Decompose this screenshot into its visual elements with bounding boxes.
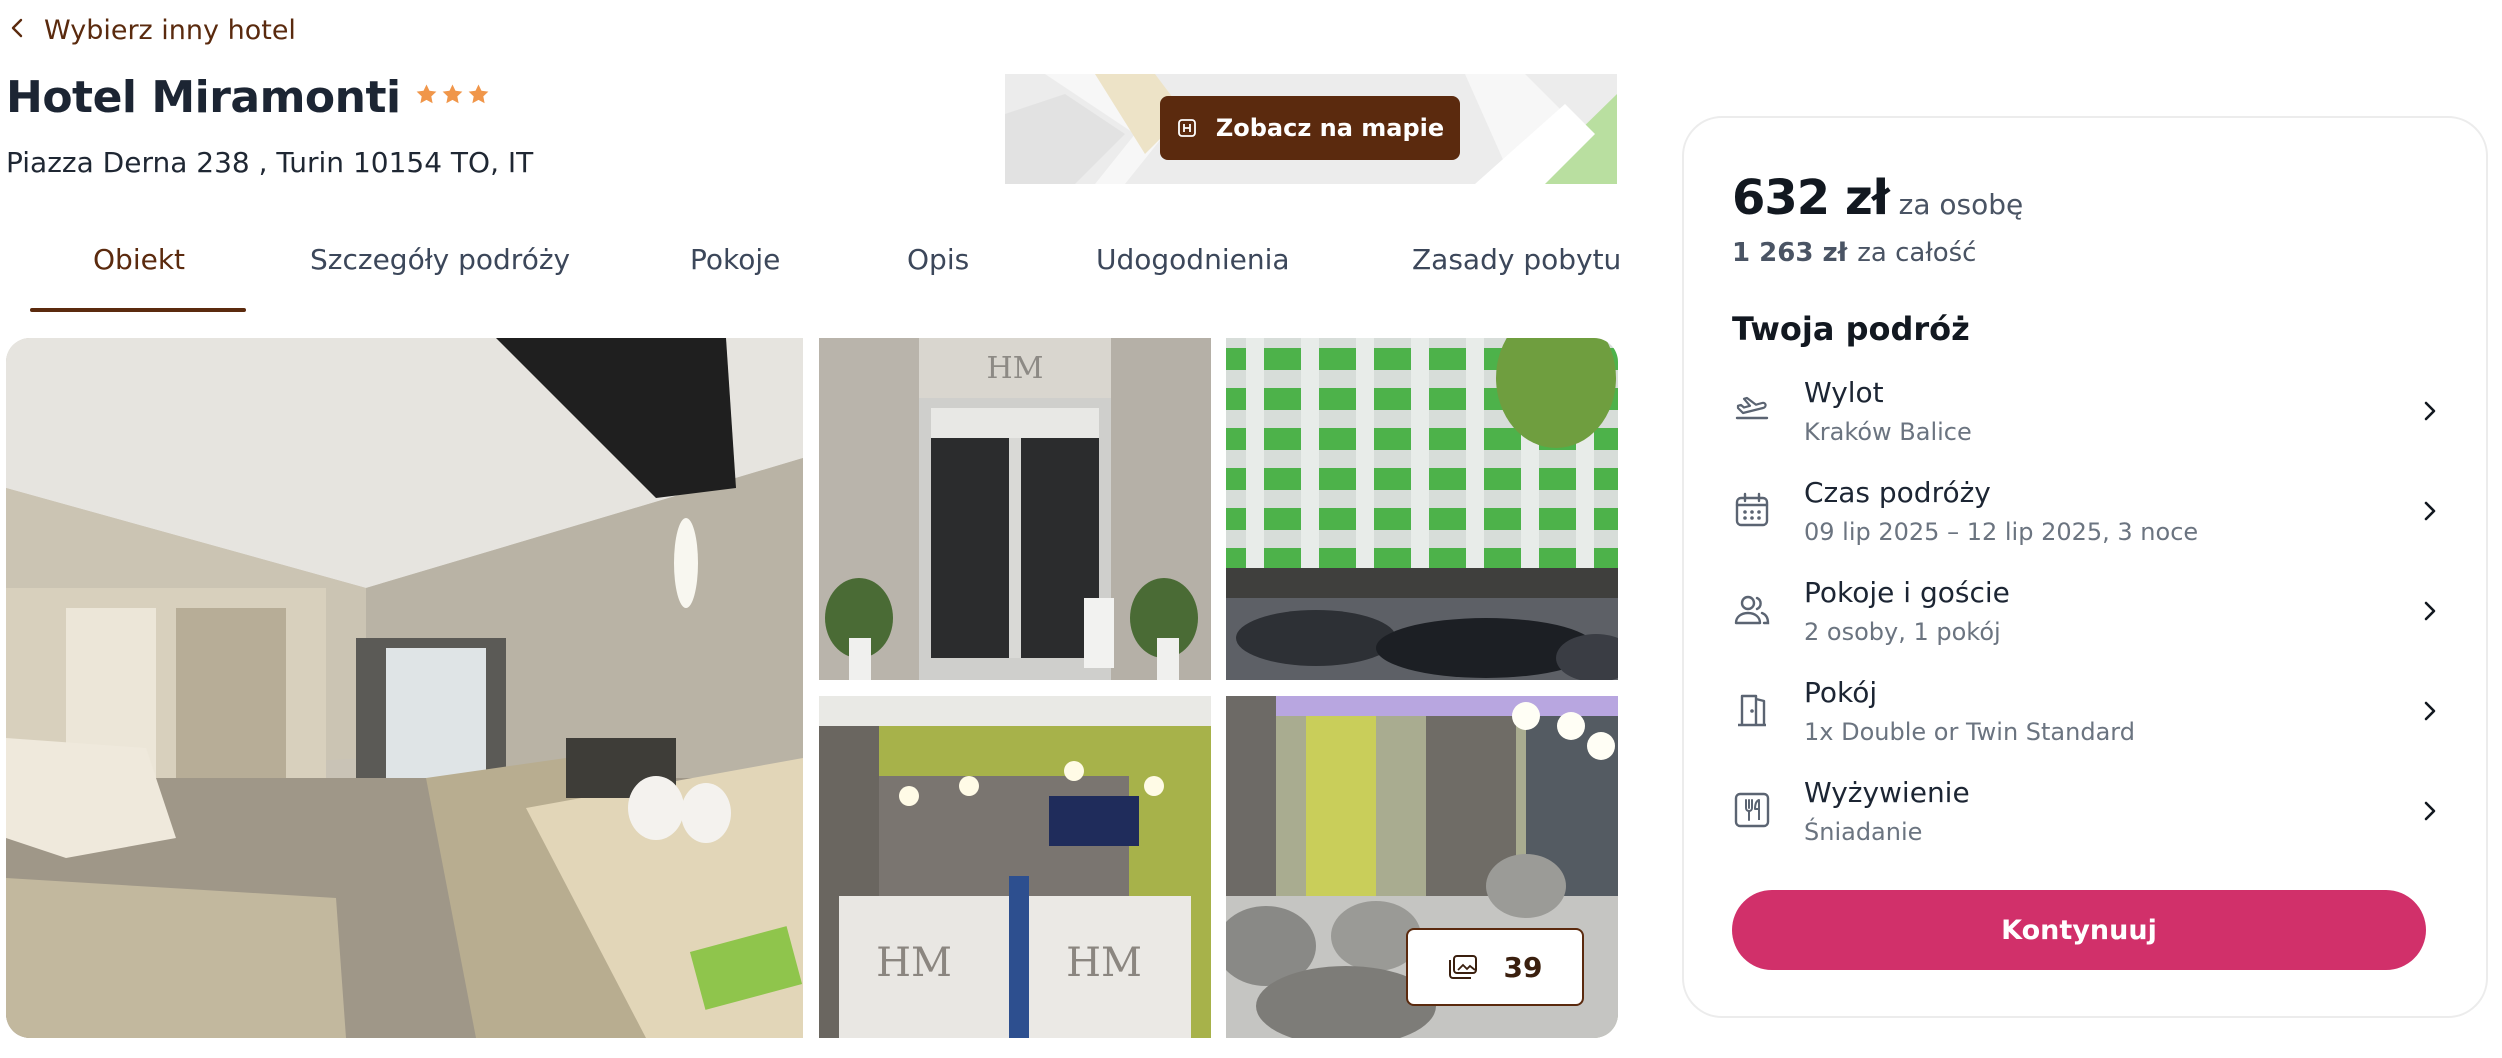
active-tab-indicator xyxy=(30,308,246,312)
chevron-right-icon xyxy=(2420,498,2440,524)
star-rating xyxy=(415,83,490,106)
tab-opis[interactable]: Opis xyxy=(907,236,969,314)
svg-text:HM: HM xyxy=(987,351,1044,386)
trip-item-room[interactable]: Pokój 1x Double or Twin Standard xyxy=(1732,676,2440,760)
section-tabs: Obiekt Szczegóły podróży Pokoje Opis Udo… xyxy=(30,236,1621,314)
chevron-right-icon xyxy=(2420,698,2440,724)
trip-item-rooms-guests[interactable]: Pokoje i goście 2 osoby, 1 pokój xyxy=(1732,576,2440,660)
photo-count-button[interactable]: 39 xyxy=(1406,928,1584,1006)
chevron-left-icon xyxy=(8,15,26,46)
plane-departure-icon xyxy=(1732,390,1772,430)
tab-udogodnienia[interactable]: Udogodnienia xyxy=(1096,236,1290,314)
svg-text:HM: HM xyxy=(1066,940,1142,986)
tab-pokoje[interactable]: Pokoje xyxy=(690,236,780,314)
cutlery-icon xyxy=(1732,790,1772,830)
trip-item-label: Pokój xyxy=(1804,676,1878,709)
photo-facade[interactable] xyxy=(1226,338,1618,680)
trip-item-value: 09 lip 2025 – 12 lip 2025, 3 noce xyxy=(1804,518,2199,546)
photo-count-label: 39 xyxy=(1503,950,1543,984)
photo-gallery: HM HM HM 39 xyxy=(6,338,1618,1038)
trip-item-label: Wyżywienie xyxy=(1804,776,1970,809)
hotel-icon xyxy=(1177,119,1196,137)
price-per-person: 632 zł za osobę xyxy=(1732,170,2023,226)
door-icon xyxy=(1732,690,1772,730)
trip-item-value: 2 osoby, 1 pokój xyxy=(1804,618,2001,646)
hotel-name: Hotel Miramonti xyxy=(6,72,401,123)
back-link[interactable]: Wybierz inny hotel xyxy=(8,10,296,50)
trip-item-departure[interactable]: Wylot Kraków Balice xyxy=(1732,376,2440,460)
trip-item-value: Śniadanie xyxy=(1804,818,1923,846)
trip-item-label: Czas podróży xyxy=(1804,476,1991,509)
svg-text:HM: HM xyxy=(876,940,952,986)
chevron-right-icon xyxy=(2420,398,2440,424)
total-unit: za całość xyxy=(1857,238,1977,268)
price-value: 632 zł xyxy=(1732,170,1890,226)
trip-item-label: Wylot xyxy=(1804,376,1884,409)
trip-item-value: Kraków Balice xyxy=(1804,418,1972,446)
trip-item-label: Pokoje i goście xyxy=(1804,576,2010,609)
trip-item-value: 1x Double or Twin Standard xyxy=(1804,718,2135,746)
tab-obiekt[interactable]: Obiekt xyxy=(93,236,185,314)
map-preview[interactable]: Zobacz na mapie xyxy=(1005,74,1617,184)
chevron-right-icon xyxy=(2420,798,2440,824)
guests-icon xyxy=(1732,590,1772,630)
continue-button[interactable]: Kontynuuj xyxy=(1732,890,2426,970)
gallery-icon xyxy=(1448,955,1477,979)
trip-section-title: Twoja podróż xyxy=(1732,310,1970,348)
photo-reception[interactable]: HM HM xyxy=(819,696,1211,1038)
star-icon xyxy=(416,84,436,104)
show-on-map-label: Zobacz na mapie xyxy=(1215,114,1445,142)
trip-item-dates[interactable]: Czas podróży 09 lip 2025 – 12 lip 2025, … xyxy=(1732,476,2440,560)
photo-entrance[interactable]: HM xyxy=(819,338,1211,680)
show-on-map-button[interactable]: Zobacz na mapie xyxy=(1160,96,1460,160)
star-icon xyxy=(442,84,462,104)
price-unit: za osobę xyxy=(1898,188,2024,221)
tab-zasady-pobytu[interactable]: Zasady pobytu xyxy=(1412,236,1621,314)
hotel-address: Piazza Derna 238 , Turin 10154 TO, IT xyxy=(6,146,534,179)
back-link-label: Wybierz inny hotel xyxy=(44,14,296,46)
tab-szczegoly-podrozy[interactable]: Szczegóły podróży xyxy=(310,236,570,314)
calendar-icon xyxy=(1732,490,1772,530)
photo-room[interactable] xyxy=(6,338,803,1038)
price-total: 1 263 zł za całość xyxy=(1732,238,1976,268)
star-icon xyxy=(468,84,488,104)
booking-summary-card: 632 zł za osobę 1 263 zł za całość Twoja… xyxy=(1682,116,2488,1018)
chevron-right-icon xyxy=(2420,598,2440,624)
total-value: 1 263 zł xyxy=(1732,238,1848,268)
hotel-title: Hotel Miramonti xyxy=(6,72,490,123)
trip-item-board[interactable]: Wyżywienie Śniadanie xyxy=(1732,776,2440,860)
